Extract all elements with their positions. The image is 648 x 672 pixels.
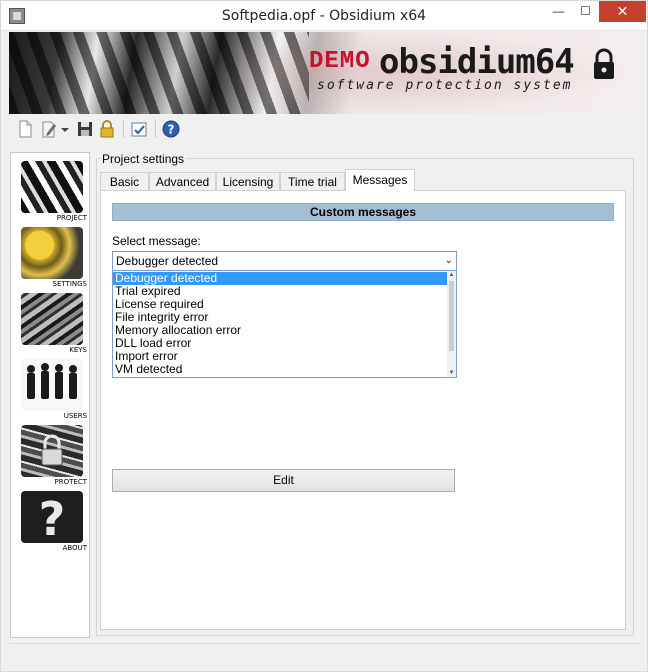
nav-item-about[interactable]: ? ABOUT [19, 491, 87, 553]
settings-icon [21, 227, 83, 279]
nav-item-label: SETTINGS [52, 280, 87, 288]
lock-icon[interactable] [97, 119, 117, 139]
nav-item-users[interactable]: USERS [19, 359, 87, 421]
nav-item-project[interactable]: PROJECT [19, 161, 87, 223]
list-scrollbar[interactable]: ▲ ▼ [447, 271, 456, 377]
title-bar[interactable]: Softpedia.opf - Obsidium x64 — ☐ ✕ [1, 1, 647, 31]
check-icon[interactable] [129, 119, 149, 139]
edit-document-icon[interactable] [39, 119, 59, 139]
save-icon[interactable] [75, 119, 95, 139]
tab-licensing[interactable]: Licensing [216, 172, 280, 191]
tab-messages[interactable]: Messages [345, 169, 415, 191]
list-item[interactable]: VM detected [113, 363, 448, 376]
toolbar: ? [9, 117, 640, 143]
dropdown-arrow-icon[interactable] [59, 119, 71, 139]
app-window: Softpedia.opf - Obsidium x64 — ☐ ✕ DEMO … [0, 0, 648, 672]
sidebar-nav: PROJECT SETTINGS KEYS USERS PROTECT ? AB… [10, 152, 90, 638]
banner-demo-text: DEMO [309, 48, 371, 75]
toolbar-separator [155, 120, 156, 138]
nav-item-label: PROTECT [54, 478, 87, 486]
banner-tagline: software protection system [317, 78, 573, 93]
project-icon [21, 161, 83, 213]
tab-time-trial[interactable]: Time trial [280, 172, 345, 191]
users-icon [21, 359, 83, 411]
padlock-icon [594, 48, 614, 79]
banner-brand-text: obsidium64 [379, 42, 575, 82]
new-document-icon[interactable] [15, 119, 35, 139]
nav-item-label: USERS [63, 412, 87, 420]
nav-item-keys[interactable]: KEYS [19, 293, 87, 355]
maximize-button[interactable]: ☐ [572, 1, 599, 22]
status-bar [9, 643, 640, 665]
section-header: Custom messages [112, 203, 614, 221]
nav-item-label: ABOUT [62, 544, 87, 552]
tab-basic[interactable]: Basic [100, 172, 149, 191]
minimize-button[interactable]: — [545, 1, 572, 22]
nav-item-label: PROJECT [56, 214, 87, 222]
edit-button[interactable]: Edit [112, 469, 455, 492]
tab-advanced[interactable]: Advanced [149, 172, 216, 191]
nav-item-settings[interactable]: SETTINGS [19, 227, 87, 289]
protect-icon [21, 425, 83, 477]
select-message-label: Select message: [112, 234, 201, 248]
message-dropdown-list[interactable]: Debugger detected Trial expired License … [112, 271, 457, 378]
messages-tab-page: Custom messages Select message: Debugger… [100, 190, 626, 630]
product-banner: DEMO obsidium64 software protection syst… [9, 32, 640, 114]
scroll-down-icon[interactable]: ▼ [447, 369, 456, 377]
combobox-value: Debugger detected [116, 254, 219, 268]
svg-text:?: ? [39, 492, 66, 543]
scroll-up-icon[interactable]: ▲ [447, 271, 456, 279]
chevron-down-icon[interactable]: ⌄ [445, 252, 453, 270]
nav-item-protect[interactable]: PROTECT [19, 425, 87, 487]
about-icon: ? [21, 491, 83, 543]
scroll-thumb[interactable] [449, 281, 454, 351]
group-title: Project settings [100, 152, 187, 166]
toolbar-separator [123, 120, 124, 138]
close-button[interactable]: ✕ [599, 1, 646, 22]
help-icon[interactable]: ? [161, 119, 181, 139]
nav-item-label: KEYS [69, 346, 87, 354]
keys-icon [21, 293, 83, 345]
message-combobox[interactable]: Debugger detected ⌄ [112, 251, 457, 271]
svg-text:?: ? [168, 123, 175, 137]
